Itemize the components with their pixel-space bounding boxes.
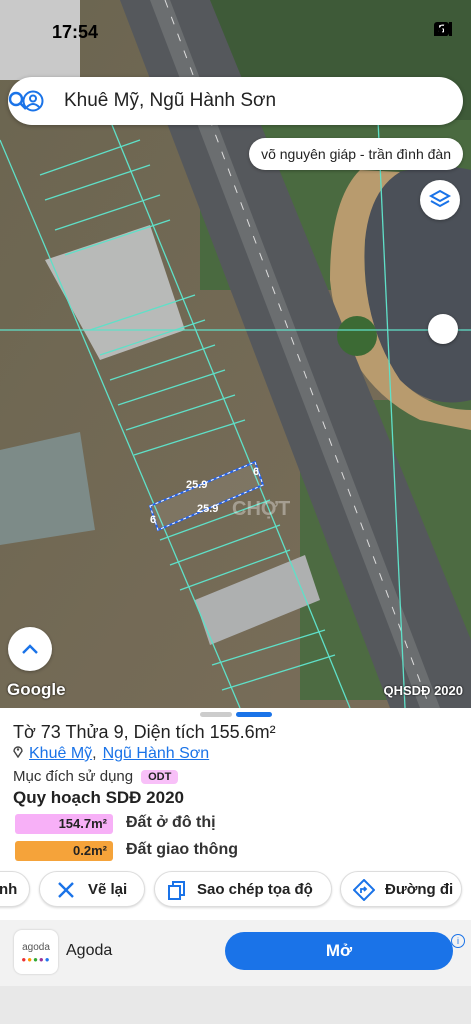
- parcel-location: Khuê Mỹ, Ngũ Hành Sơn: [13, 745, 209, 763]
- layers-icon: [428, 189, 452, 208]
- action-partial-label: nh: [0, 881, 18, 898]
- district-link[interactable]: Ngũ Hành Sơn: [103, 745, 210, 762]
- agoda-logo-text: agoda: [22, 942, 50, 953]
- redraw-button[interactable]: Vẽ lại: [39, 871, 145, 907]
- ward-link[interactable]: Khuê Mỹ: [29, 745, 92, 762]
- action-partial-button[interactable]: nh: [0, 871, 30, 907]
- ad-open-button[interactable]: Mở: [225, 932, 453, 970]
- agoda-logo: agoda ●●●●●: [14, 930, 58, 974]
- directions-button[interactable]: Đường đi: [340, 871, 462, 907]
- tools-icon: [58, 882, 74, 898]
- suggestion-chip[interactable]: võ nguyên giáp - trần đình đàn: [249, 138, 463, 170]
- google-attribution: Google: [7, 680, 66, 699]
- measure-right-width: 6: [253, 466, 260, 478]
- parcel-info-sheet: Tờ 73 Thửa 9, Diện tích 155.6m² Khuê Mỹ,…: [0, 708, 471, 920]
- measure-top-length: 25.9: [186, 479, 208, 491]
- copy-coords-button[interactable]: Sao chép tọa độ: [154, 871, 332, 907]
- measure-left-width: 6: [150, 514, 157, 526]
- copy-icon: [168, 881, 185, 900]
- land-use-area: 0.2m²: [15, 841, 113, 861]
- location-pin-icon: [13, 745, 23, 763]
- land-use-label: Đất ở đô thị: [126, 814, 216, 831]
- search-icon[interactable]: [8, 91, 28, 111]
- slider-knob[interactable]: [428, 314, 458, 344]
- status-icons: 5: [434, 22, 453, 36]
- location-separator: ,: [92, 745, 97, 762]
- map-view[interactable]: 17:54 5 Khuê Mỹ, Ngũ Hành Sơn võ nguyên …: [0, 0, 471, 708]
- ad-banner[interactable]: agoda ●●●●● Agoda Mở i: [0, 920, 471, 986]
- plan-title: Quy hoạch SDĐ 2020: [13, 788, 185, 807]
- bottom-bar: [0, 986, 471, 1024]
- search-bar[interactable]: Khuê Mỹ, Ngũ Hành Sơn: [8, 77, 463, 125]
- purpose-label: Mục đích sử dụng: [13, 768, 134, 785]
- page-indicator: [236, 712, 272, 717]
- purpose-row: Mục đích sử dụng ODT: [13, 768, 179, 785]
- chevron-up-icon: [22, 644, 38, 654]
- parcel-title: Tờ 73 Thửa 9, Diện tích 155.6m²: [13, 722, 276, 742]
- purpose-badge: ODT: [141, 770, 179, 785]
- ad-info-icon[interactable]: i: [451, 934, 465, 948]
- status-time: 17:54: [52, 22, 99, 42]
- land-use-area: 154.7m²: [15, 814, 113, 834]
- ad-app-name: Agoda: [66, 942, 113, 959]
- directions-icon: [353, 879, 375, 901]
- wifi-icon: [434, 22, 452, 36]
- agoda-dots: ●●●●●: [21, 955, 51, 964]
- expand-up-button[interactable]: [8, 627, 52, 671]
- measure-bottom-length: 25.9: [197, 503, 219, 515]
- layer-label: QHSDĐ 2020: [383, 683, 463, 698]
- search-input[interactable]: Khuê Mỹ, Ngũ Hành Sơn: [64, 90, 276, 112]
- directions-label: Đường đi: [385, 881, 454, 898]
- drag-handle[interactable]: [200, 712, 232, 717]
- land-use-label: Đất giao thông: [126, 841, 238, 858]
- copy-coords-label: Sao chép tọa độ: [197, 881, 313, 898]
- layers-button[interactable]: [420, 180, 460, 220]
- watermark: CHỢT: [232, 498, 291, 520]
- redraw-label: Vẽ lại: [88, 881, 128, 898]
